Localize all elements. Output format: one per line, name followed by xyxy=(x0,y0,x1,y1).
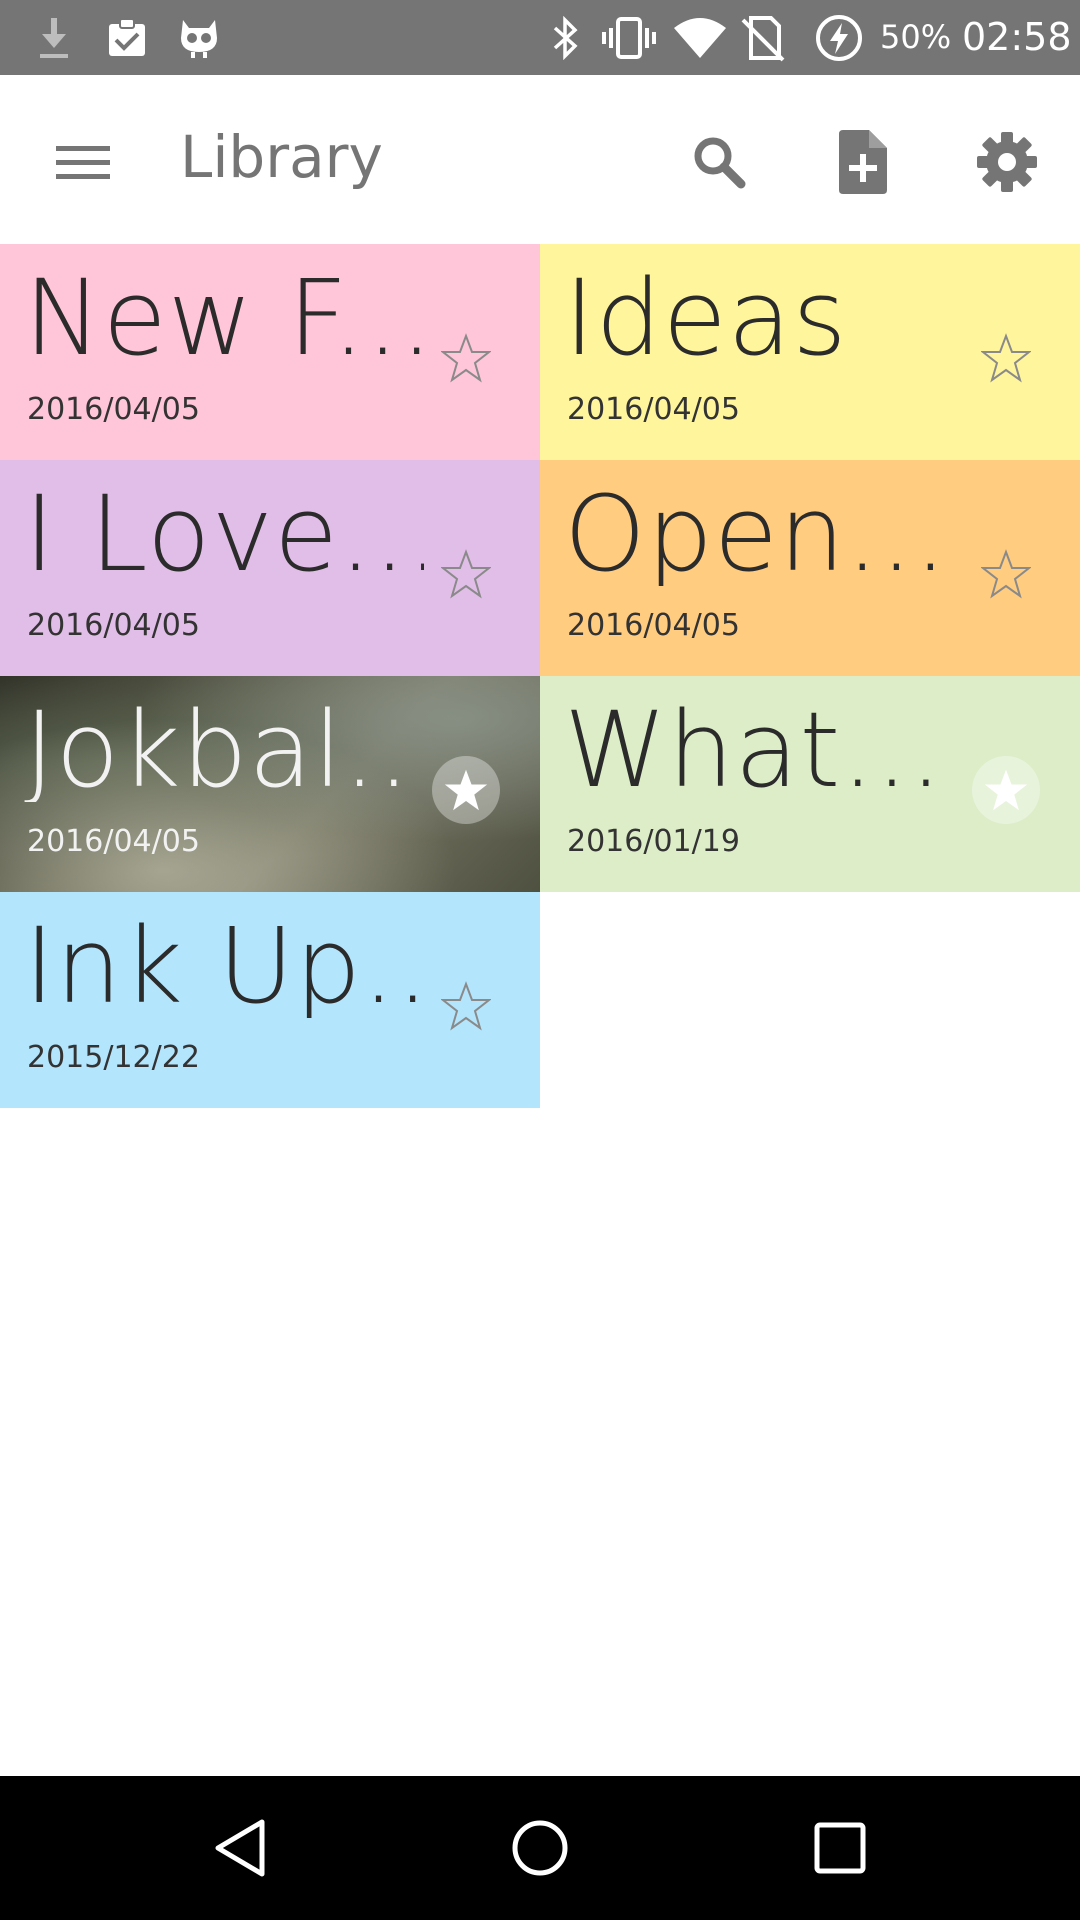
back-icon[interactable] xyxy=(190,1798,290,1898)
battery-charging-icon xyxy=(814,14,864,62)
menu-icon[interactable] xyxy=(38,117,128,207)
notebook-date: 2016/04/05 xyxy=(27,392,200,427)
vibrate-icon xyxy=(600,14,658,62)
star-filled-icon[interactable] xyxy=(432,756,500,824)
recents-icon[interactable] xyxy=(790,1798,890,1898)
notebook-date: 2016/04/05 xyxy=(27,608,200,643)
notebook-title: New F... xyxy=(24,266,424,370)
notebook-date: 2016/01/19 xyxy=(567,824,740,859)
star-outline-icon[interactable] xyxy=(432,972,500,1040)
notebook-title: Ideas xyxy=(564,266,848,370)
no-sim-icon xyxy=(738,14,788,62)
notebook-card[interactable]: What... 2016/01/19 xyxy=(540,676,1080,892)
clock: 02:58 xyxy=(962,15,1072,59)
notebook-title: What... xyxy=(564,698,944,802)
settings-icon[interactable] xyxy=(962,117,1052,207)
home-icon[interactable] xyxy=(490,1798,590,1898)
navigation-bar xyxy=(0,1776,1080,1920)
star-outline-icon[interactable] xyxy=(432,324,500,392)
bluetooth-icon xyxy=(546,14,586,62)
search-icon[interactable] xyxy=(674,117,764,207)
status-bar: 50% 02:58 xyxy=(0,0,1080,75)
notebook-card[interactable]: Open... 2016/04/05 xyxy=(540,460,1080,676)
star-outline-icon[interactable] xyxy=(972,324,1040,392)
notebook-title: I Love... xyxy=(24,482,424,586)
notebook-card[interactable]: Ink Up... 2015/12/22 xyxy=(0,892,540,1108)
new-document-icon[interactable] xyxy=(818,117,908,207)
wifi-icon xyxy=(672,14,728,62)
notebook-card[interactable]: Jokbal... 2016/04/05 xyxy=(0,676,540,892)
battery-percent: 50% xyxy=(880,18,952,56)
notebook-date: 2015/12/22 xyxy=(27,1040,200,1075)
notebook-card[interactable]: I Love... 2016/04/05 xyxy=(0,460,540,676)
star-outline-icon[interactable] xyxy=(972,540,1040,608)
notebook-date: 2016/04/05 xyxy=(567,392,740,427)
cyanogen-mascot-icon xyxy=(176,14,222,62)
notebook-card[interactable]: Ideas 2016/04/05 xyxy=(540,244,1080,460)
notebook-title: Jokbal... xyxy=(24,698,424,802)
page-title: Library xyxy=(180,123,383,191)
app-bar: Library xyxy=(0,75,1080,245)
notebook-title: Open... xyxy=(564,482,948,586)
notebook-date: 2016/04/05 xyxy=(27,824,200,859)
star-outline-icon[interactable] xyxy=(432,540,500,608)
clipboard-check-icon xyxy=(104,14,150,62)
notebook-date: 2016/04/05 xyxy=(567,608,740,643)
download-icon xyxy=(34,14,74,62)
notebook-card[interactable]: New F... 2016/04/05 xyxy=(0,244,540,460)
notebook-title: Ink Up... xyxy=(24,914,424,1018)
star-filled-icon[interactable] xyxy=(972,756,1040,824)
